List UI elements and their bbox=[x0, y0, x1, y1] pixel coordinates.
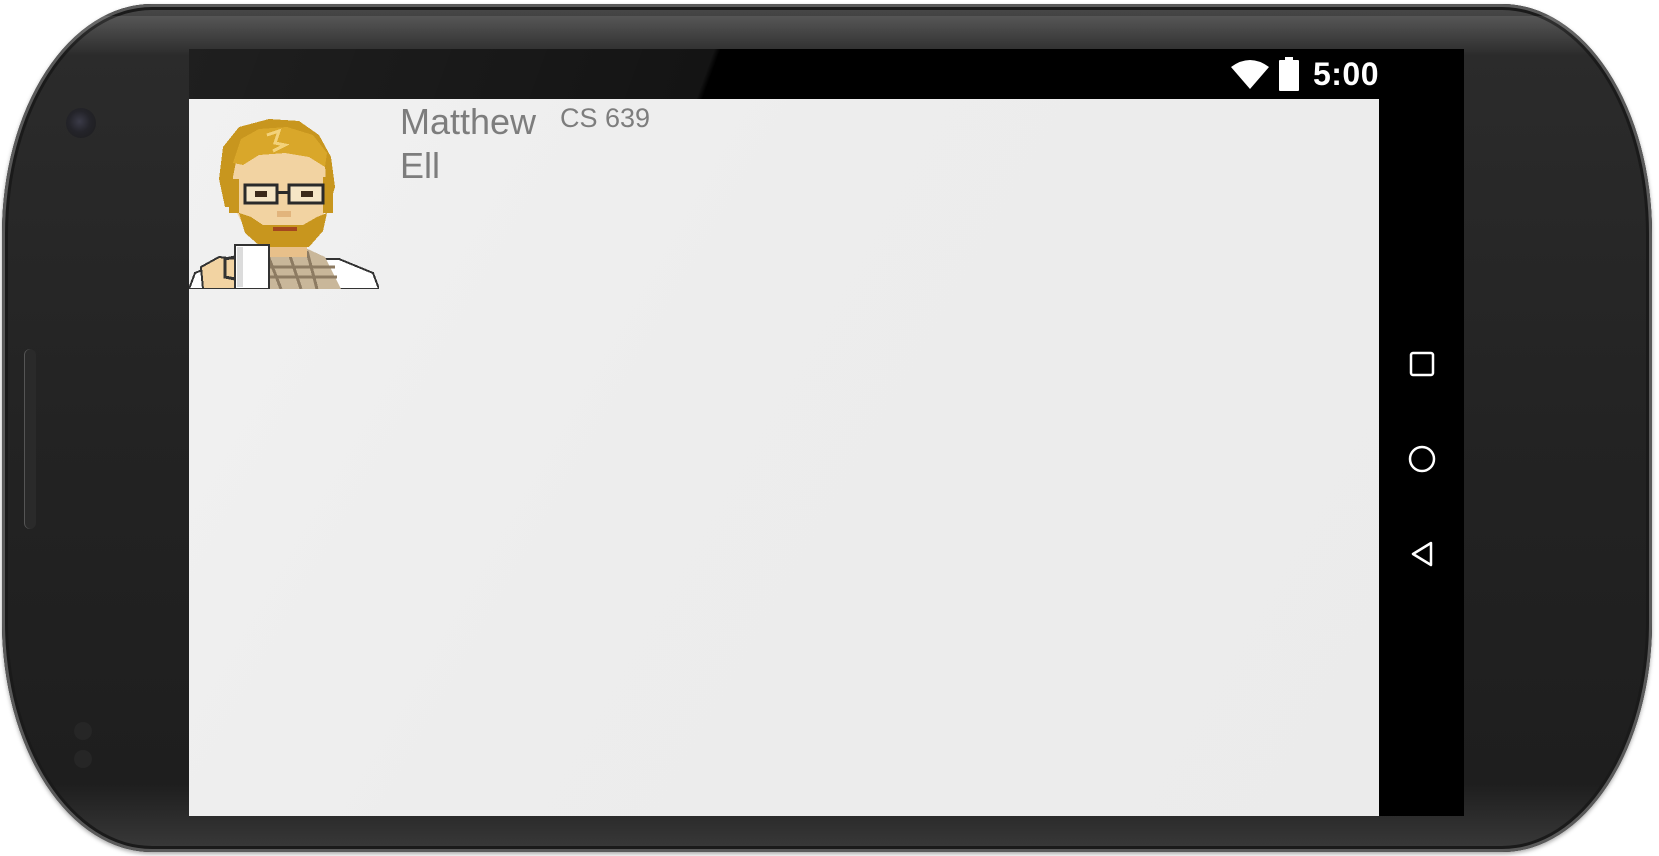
recents-button[interactable] bbox=[1397, 341, 1447, 391]
device-side-grille bbox=[24, 349, 36, 529]
avatar bbox=[189, 117, 381, 290]
sensor-dot bbox=[74, 722, 92, 740]
status-icons: 5:00 bbox=[1230, 49, 1379, 99]
home-circle-icon bbox=[1407, 444, 1437, 479]
student-name: Matthew Ell bbox=[400, 101, 537, 186]
status-time: 5:00 bbox=[1312, 55, 1379, 92]
wifi-icon bbox=[1230, 59, 1269, 89]
recents-square-icon bbox=[1409, 351, 1435, 382]
course-label: CS 639 bbox=[560, 103, 651, 133]
device-screen: 5:00 Matthew Ell CS 639 bbox=[189, 49, 1464, 816]
back-triangle-icon bbox=[1409, 540, 1435, 573]
app-content: Matthew Ell CS 639 bbox=[189, 99, 1379, 816]
profile-card: Matthew Ell CS 639 bbox=[189, 99, 889, 299]
navigation-bar bbox=[1379, 99, 1464, 816]
status-bar: 5:00 bbox=[189, 49, 1379, 99]
battery-icon bbox=[1278, 57, 1299, 91]
home-button[interactable] bbox=[1397, 436, 1447, 486]
front-camera bbox=[66, 108, 96, 138]
back-button[interactable] bbox=[1397, 531, 1447, 581]
phone-device-frame: 5:00 Matthew Ell CS 639 bbox=[2, 4, 1652, 852]
sensor-dot bbox=[74, 750, 92, 768]
